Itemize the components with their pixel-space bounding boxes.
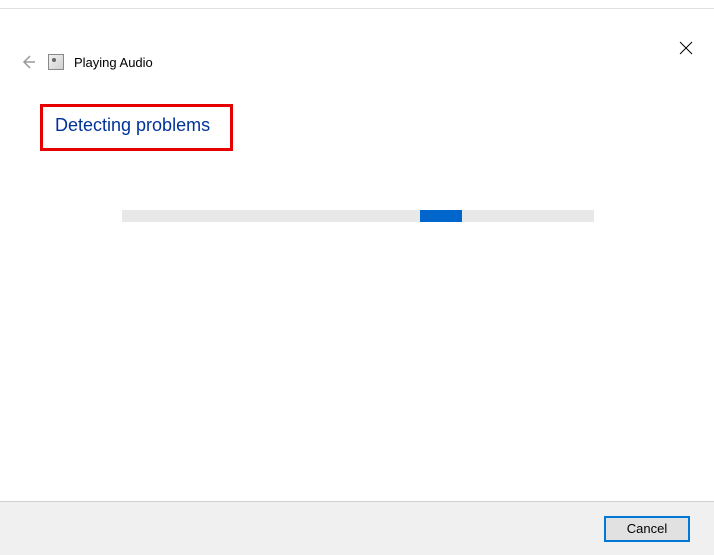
- cancel-button[interactable]: Cancel: [604, 516, 690, 542]
- dialog-header: Playing Audio: [18, 52, 153, 72]
- status-highlight-box: Detecting problems: [40, 104, 233, 151]
- status-text: Detecting problems: [55, 115, 210, 136]
- dialog-title: Playing Audio: [74, 55, 153, 70]
- progress-bar: [122, 210, 594, 222]
- dialog-footer: Cancel: [0, 501, 714, 555]
- back-arrow-icon: [20, 54, 36, 70]
- close-button[interactable]: [678, 40, 694, 56]
- troubleshooter-icon: [48, 54, 64, 70]
- top-divider: [0, 8, 714, 9]
- close-icon: [679, 41, 693, 55]
- back-button[interactable]: [18, 52, 38, 72]
- progress-indicator: [420, 210, 462, 222]
